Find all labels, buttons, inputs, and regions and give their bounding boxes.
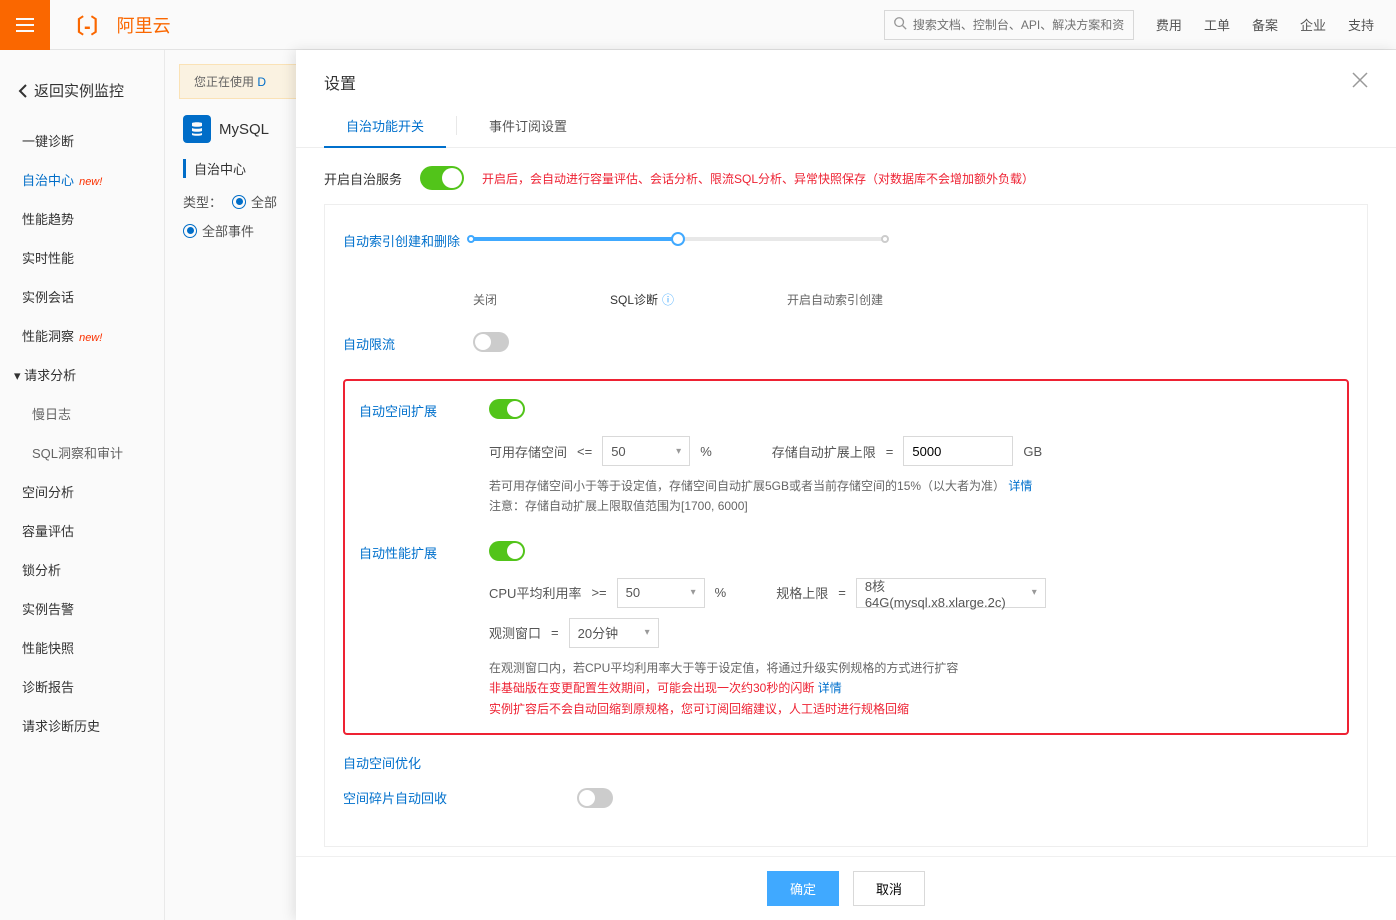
highlighted-settings: 自动空间扩展 可用存储空间 <= 50▾ % 存储自动扩展上限 =: [343, 379, 1349, 735]
storage-threshold-select[interactable]: 50▾: [602, 436, 690, 466]
settings-drawer: 设置 自治功能开关 事件订阅设置 开启自治服务 开启后，会自动进行容量评估、会话…: [296, 50, 1396, 920]
spec-limit-select[interactable]: 8核64G(mysql.x8.xlarge.2c)▾: [856, 578, 1046, 608]
fragment-label: 空间碎片自动回收: [343, 788, 447, 807]
window-select[interactable]: 20分钟▾: [569, 618, 659, 648]
window-label: 观测窗口: [489, 623, 541, 642]
perf-details-link[interactable]: 详情: [818, 681, 842, 695]
auto-opt-label: 自动空间优化: [343, 753, 1349, 772]
chevron-down-icon: ▾: [645, 627, 650, 638]
storage-limit-label: 存储自动扩展上限: [772, 442, 876, 461]
tab-subscription[interactable]: 事件订阅设置: [467, 104, 589, 147]
space-details-link[interactable]: 详情: [1008, 479, 1032, 493]
auto-index-label: 自动索引创建和删除: [343, 229, 473, 308]
storage-limit-input[interactable]: [903, 436, 1013, 466]
chevron-down-icon: ▾: [1032, 587, 1037, 598]
auto-space-switch[interactable]: [489, 399, 525, 419]
settings-panel: 自动索引创建和删除 关闭 SQL诊断ⓘ 开启自动索引创建: [324, 204, 1368, 847]
fragment-switch[interactable]: [577, 788, 613, 808]
auto-space-label: 自动空间扩展: [359, 399, 489, 517]
cpu-threshold-select[interactable]: 50▾: [617, 578, 705, 608]
close-button[interactable]: [1352, 71, 1368, 94]
enable-switch[interactable]: [420, 166, 464, 190]
close-icon: [1352, 72, 1368, 88]
chevron-down-icon: ▾: [676, 446, 681, 457]
modal-title: 设置: [324, 70, 356, 94]
cpu-label: CPU平均利用率: [489, 583, 581, 602]
enable-warning: 开启后，会自动进行容量评估、会话分析、限流SQL分析、异常快照保存（对数据库不会…: [482, 170, 1034, 187]
info-icon[interactable]: ⓘ: [662, 291, 674, 308]
enable-label: 开启自治服务: [324, 169, 402, 188]
modal-tabs: 自治功能开关 事件订阅设置: [296, 104, 1396, 148]
confirm-button[interactable]: 确定: [767, 871, 839, 906]
slider-handle[interactable]: [671, 232, 685, 246]
cancel-button[interactable]: 取消: [853, 871, 925, 906]
auto-perf-label: 自动性能扩展: [359, 541, 489, 719]
storage-label: 可用存储空间: [489, 442, 567, 461]
auto-throttle-label: 自动限流: [343, 332, 473, 355]
auto-perf-switch[interactable]: [489, 541, 525, 561]
tab-autonomy[interactable]: 自治功能开关: [324, 104, 446, 147]
chevron-down-icon: ▾: [691, 587, 696, 598]
spec-label: 规格上限: [776, 583, 828, 602]
auto-throttle-switch[interactable]: [473, 332, 509, 352]
auto-index-slider[interactable]: [473, 229, 883, 269]
